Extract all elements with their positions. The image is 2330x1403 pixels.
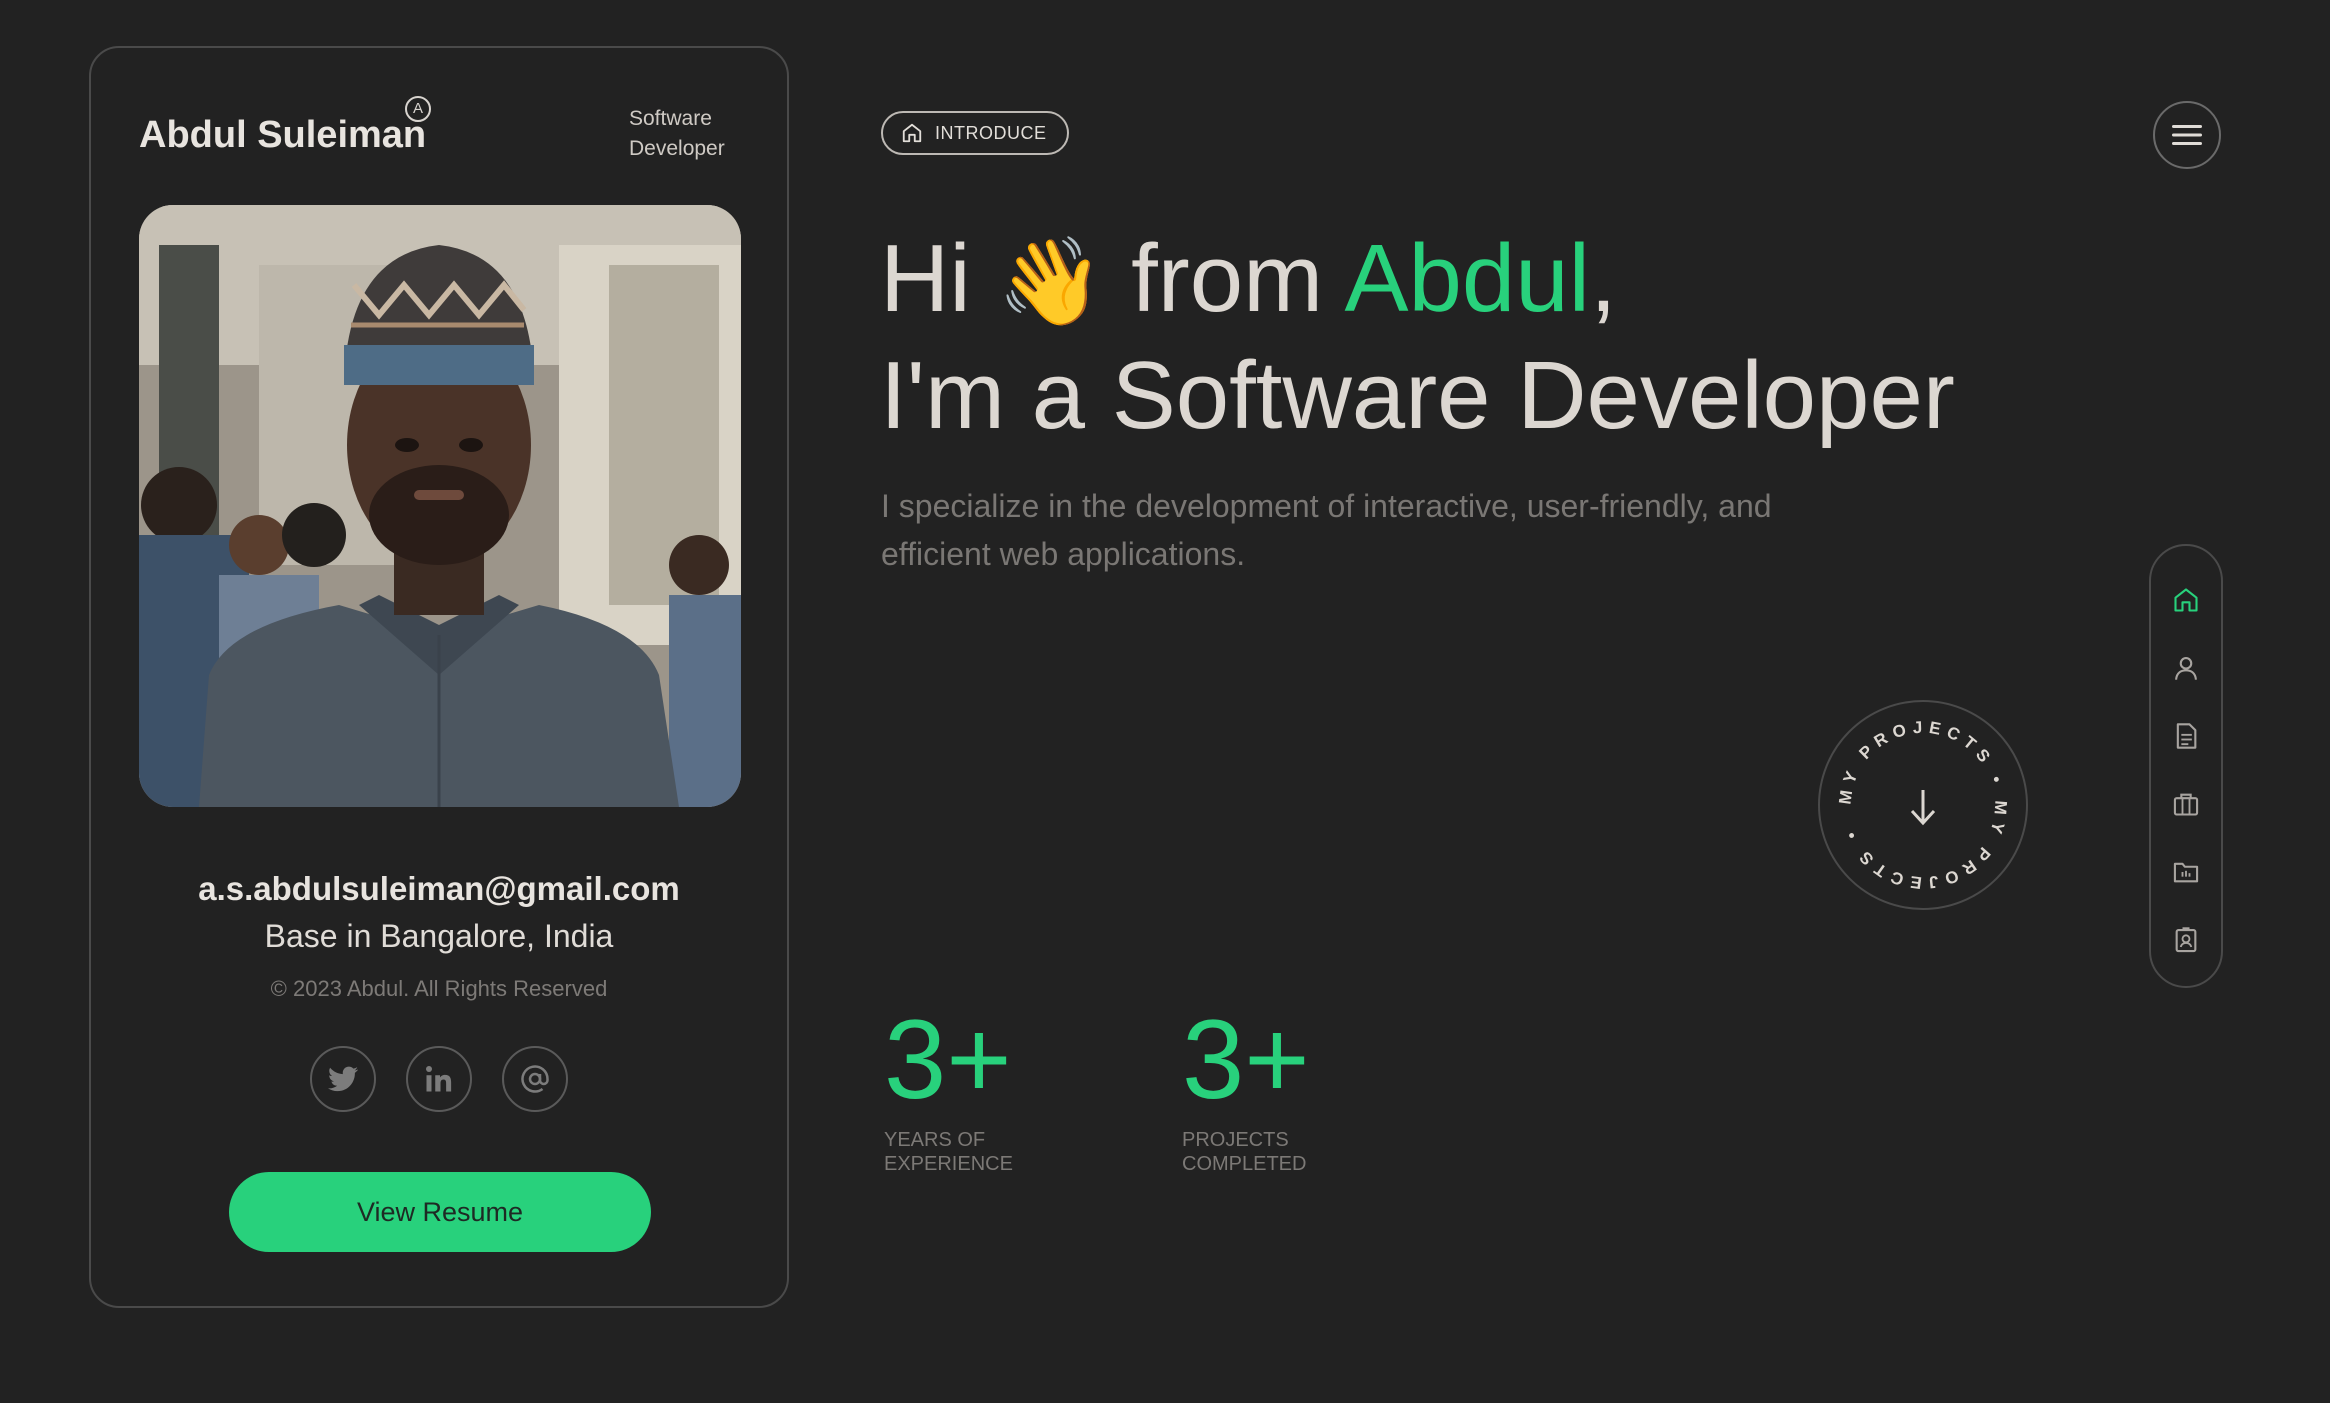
introduce-badge-label: INTRODUCE	[935, 122, 1047, 143]
nav-services[interactable]	[2170, 788, 2202, 820]
stat-label: PROJECTS COMPLETED	[1182, 1128, 1310, 1176]
linkedin-link[interactable]	[406, 1046, 472, 1112]
nav-resume[interactable]	[2170, 720, 2202, 752]
profile-email[interactable]: a.s.abdulsuleiman@gmail.com	[91, 870, 787, 908]
briefcase-icon	[2173, 793, 2199, 816]
stat-experience: 3+ YEARS OF EXPERIENCE	[884, 1000, 1013, 1176]
arrow-down-icon	[1910, 790, 1936, 826]
portfolio-page: Abdul Suleiman A Software Developer a.s.…	[0, 0, 2330, 1403]
hero-name: Abdul	[1344, 225, 1590, 332]
nav-home[interactable]	[2170, 584, 2202, 616]
hero-comma: ,	[1590, 225, 1617, 332]
stat-value: 3+	[1182, 997, 1310, 1122]
nav-about[interactable]	[2170, 652, 2202, 684]
my-projects-button[interactable]: MY PROJECTS • MY PROJECTS •	[1818, 700, 2028, 910]
profile-name: Abdul Suleiman	[139, 114, 427, 156]
hero-from: from	[1104, 225, 1345, 332]
home-icon	[902, 123, 922, 143]
side-nav	[2149, 544, 2223, 988]
twitter-icon	[328, 1066, 358, 1092]
nav-contact[interactable]	[2170, 924, 2202, 956]
stat-label-line: EXPERIENCE	[884, 1153, 1013, 1175]
hero-greeting: Hi	[880, 225, 998, 332]
stat-label-line: PROJECTS	[1182, 1129, 1289, 1151]
email-link[interactable]	[502, 1046, 568, 1112]
nav-projects[interactable]	[2170, 856, 2202, 888]
user-icon	[2175, 657, 2197, 680]
linkedin-icon	[426, 1066, 452, 1092]
profile-photo	[139, 205, 741, 807]
menu-button[interactable]	[2153, 101, 2221, 169]
home-icon	[2174, 588, 2198, 612]
hero-heading: Hi 👋 from Abdul, I'm a Software Develope…	[880, 222, 1955, 453]
stat-projects: 3+ PROJECTS COMPLETED	[1182, 1000, 1310, 1176]
view-resume-button[interactable]: View Resume	[229, 1172, 651, 1252]
profile-location: Base in Bangalore, India	[264, 918, 614, 954]
folder-icon	[2173, 862, 2199, 883]
social-links	[91, 1046, 787, 1112]
hero-line-1: Hi 👋 from Abdul,	[880, 222, 1955, 339]
waving-hand-icon: 👋	[997, 234, 1105, 330]
twitter-link[interactable]	[310, 1046, 376, 1112]
at-icon	[521, 1065, 549, 1093]
stat-label-line: YEARS OF	[884, 1129, 986, 1151]
copyright-text: © 2023 Abdul. All Rights Reserved	[270, 976, 608, 1001]
logo-mark: A	[405, 96, 431, 122]
profile-role: Software Developer	[629, 107, 725, 160]
stat-value: 3+	[884, 997, 1012, 1122]
hamburger-icon	[2172, 125, 2202, 145]
stat-label-line: COMPLETED	[1182, 1153, 1307, 1175]
contact-icon	[2175, 927, 2197, 953]
profile-card: Abdul Suleiman A Software Developer a.s.…	[89, 46, 789, 1308]
stat-label: YEARS OF EXPERIENCE	[884, 1128, 1013, 1176]
hero-subtitle: I specialize in the development of inter…	[881, 488, 1772, 572]
introduce-badge: INTRODUCE	[881, 111, 1069, 155]
hero-line-2: I'm a Software Developer	[880, 342, 1955, 449]
document-icon	[2176, 723, 2197, 749]
